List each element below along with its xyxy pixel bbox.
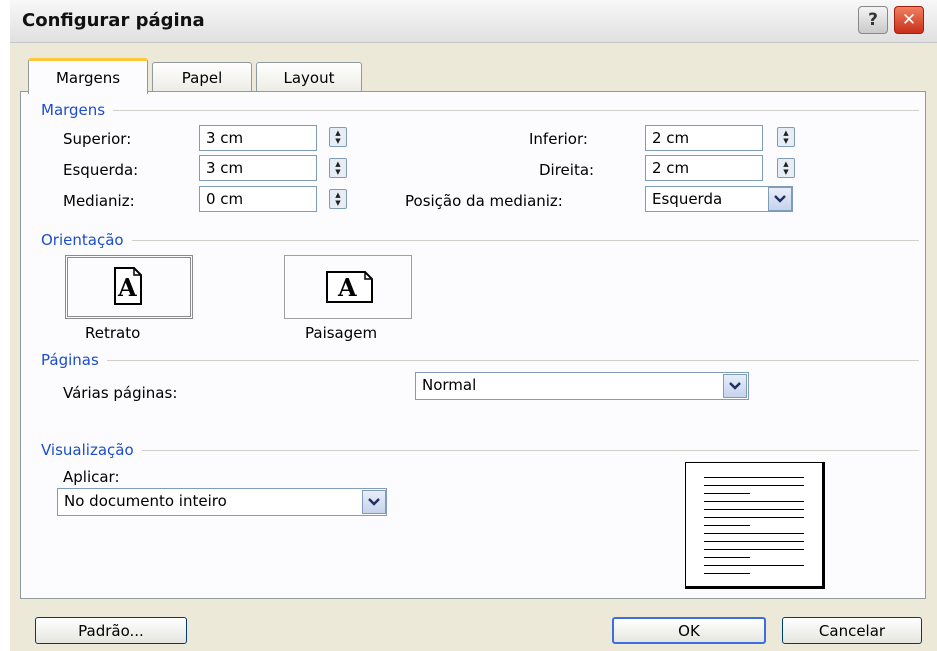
chevron-down-icon[interactable] [723, 374, 747, 398]
spin-updown-icon[interactable]: ▲ ▼ [777, 158, 795, 178]
orientation-paisagem-option[interactable]: A [284, 255, 412, 319]
paisagem-label: Paisagem [305, 324, 378, 342]
varias-paginas-label: Várias páginas: [63, 384, 178, 402]
section-paginas-heading: Páginas [41, 351, 107, 369]
spin-updown-icon[interactable]: ▲ ▼ [329, 127, 347, 147]
section-visualizacao-heading: Visualização [41, 441, 142, 459]
title-bar: Configurar página ? ✕ [10, 0, 937, 43]
spin-updown-icon[interactable]: ▲ ▼ [329, 189, 347, 209]
orientation-retrato-option[interactable]: A [65, 255, 193, 319]
page-preview-icon [685, 462, 825, 589]
portrait-glyph: A [118, 273, 137, 302]
retrato-label: Retrato [85, 324, 141, 342]
padrao-button[interactable]: Padrão... [35, 617, 187, 644]
medianiz-input[interactable]: 0 cm [199, 186, 317, 212]
medianiz-label: Medianiz: [63, 192, 135, 210]
tab-layout[interactable]: Layout [256, 62, 362, 92]
section-divider [41, 240, 919, 241]
section-divider [41, 450, 919, 451]
superior-input[interactable]: 3 cm [199, 125, 317, 151]
section-divider [41, 110, 919, 111]
chevron-down-icon[interactable] [768, 187, 792, 211]
chevron-down-icon[interactable] [362, 490, 386, 514]
window-title: Configurar página [22, 10, 205, 31]
section-orientacao-heading: Orientação [41, 231, 132, 249]
inferior-input[interactable]: 2 cm [645, 125, 763, 151]
help-icon[interactable]: ? [858, 6, 888, 34]
spin-updown-icon[interactable]: ▲ ▼ [777, 127, 795, 147]
posicao-medianiz-label: Posição da medianiz: [405, 192, 563, 210]
section-margens-heading: Margens [41, 101, 114, 119]
landscape-glyph: A [338, 273, 357, 302]
section-divider [41, 360, 919, 361]
inferior-label: Inferior: [529, 130, 588, 148]
tab-papel[interactable]: Papel [152, 62, 252, 92]
superior-label: Superior: [63, 130, 132, 148]
page-setup-dialog: Configurar página ? ✕ Margens Papel Layo… [10, 0, 937, 651]
direita-label: Direita: [539, 161, 595, 179]
direita-input[interactable]: 2 cm [645, 155, 763, 181]
varias-paginas-select[interactable]: Normal [415, 372, 749, 400]
aplicar-label: Aplicar: [63, 468, 120, 486]
ok-button[interactable]: OK [612, 617, 766, 644]
esquerda-input[interactable]: 3 cm [199, 155, 317, 181]
aplicar-select[interactable]: No documento inteiro [57, 488, 387, 516]
cancelar-button[interactable]: Cancelar [782, 617, 922, 644]
spin-updown-icon[interactable]: ▲ ▼ [329, 158, 347, 178]
tab-margens[interactable]: Margens [28, 58, 148, 94]
esquerda-label: Esquerda: [63, 161, 139, 179]
close-icon[interactable]: ✕ [894, 6, 924, 34]
